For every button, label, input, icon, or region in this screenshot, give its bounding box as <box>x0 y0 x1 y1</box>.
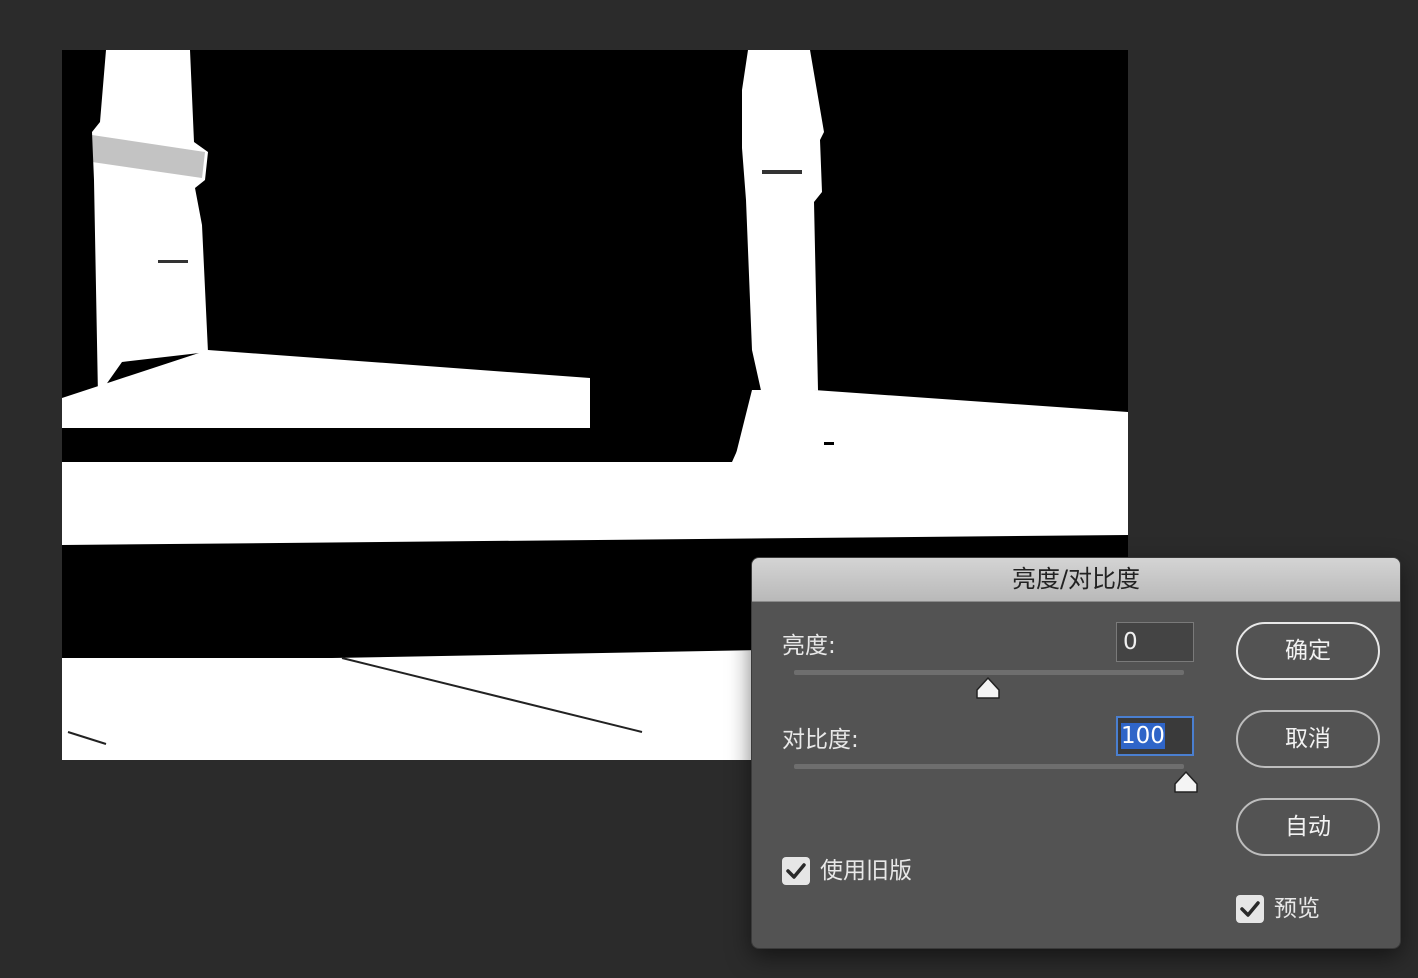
contrast-input[interactable]: 100 <box>1116 716 1194 756</box>
cancel-button[interactable]: 取消 <box>1236 710 1380 768</box>
contrast-label: 对比度: <box>782 727 859 753</box>
brightness-label: 亮度: <box>782 633 836 659</box>
use-legacy-label[interactable]: 使用旧版 <box>820 856 912 886</box>
dialog-title[interactable]: 亮度/对比度 <box>752 558 1400 602</box>
contrast-value-selected: 100 <box>1121 723 1165 749</box>
preview-label[interactable]: 预览 <box>1274 894 1320 924</box>
contrast-slider-track[interactable] <box>794 764 1184 769</box>
brightness-slider-track[interactable] <box>794 670 1184 675</box>
checkmark-icon <box>786 863 806 879</box>
brightness-contrast-dialog: 亮度/对比度 亮度: 0 对比度: 100 确定 取消 自动 使用旧版 预览 <box>752 558 1400 948</box>
contrast-slider-thumb[interactable] <box>1173 770 1199 794</box>
auto-button[interactable]: 自动 <box>1236 798 1380 856</box>
use-legacy-checkbox[interactable] <box>782 857 810 885</box>
brightness-input[interactable]: 0 <box>1116 622 1194 662</box>
preview-checkbox[interactable] <box>1236 895 1264 923</box>
brightness-slider-thumb[interactable] <box>975 676 1001 700</box>
ok-button[interactable]: 确定 <box>1236 622 1380 680</box>
checkmark-icon <box>1240 901 1260 917</box>
